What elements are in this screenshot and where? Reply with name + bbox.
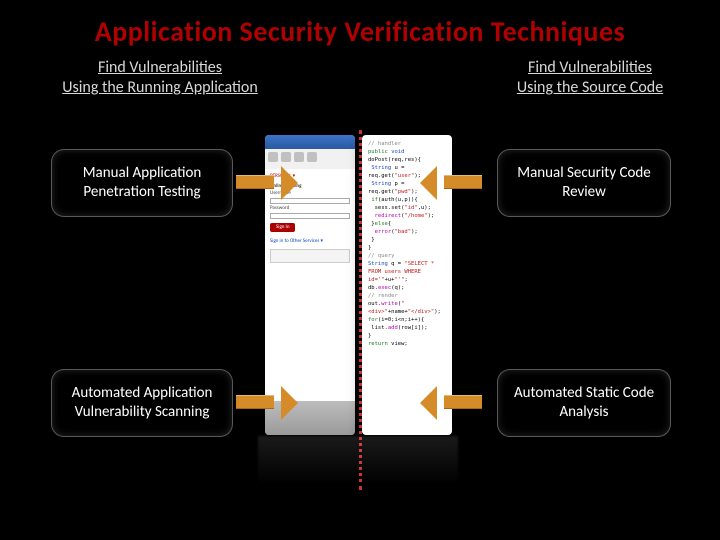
arrow-icon: [236, 175, 274, 189]
method-static-code-analysis: Automated Static Code Analysis: [498, 370, 670, 436]
slide-title: Application Security Verification Techni…: [0, 14, 720, 49]
arrow-icon: [444, 395, 482, 409]
method-manual-pentest: Manual Application Penetration Testing: [52, 150, 232, 216]
source-code-mock: // handler public void doPost(req,res){ …: [362, 135, 452, 435]
column-heading-source-code: Find VulnerabilitiesUsing the Source Cod…: [470, 58, 710, 98]
method-automated-scan: Automated Application Vulnerability Scan…: [52, 370, 232, 436]
column-heading-running-app: Find VulnerabilitiesUsing the Running Ap…: [40, 58, 280, 98]
running-application-mock: PERSONAL ▾ Online Banking Username Passw…: [265, 135, 355, 435]
arrow-icon: [444, 175, 482, 189]
slide: Application Security Verification Techni…: [0, 0, 720, 540]
method-manual-code-review: Manual Security Code Review: [498, 150, 670, 216]
pane-reflection: [258, 436, 458, 506]
arrow-icon: [236, 395, 274, 409]
